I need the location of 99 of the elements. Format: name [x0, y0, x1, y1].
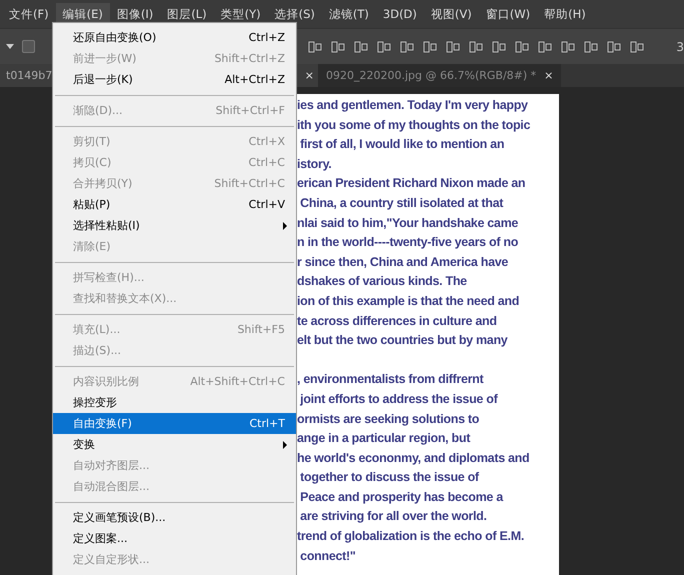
document-text-line: trend of globalization is the echo of E.M.	[297, 528, 525, 546]
align-icon[interactable]	[607, 40, 621, 54]
menu-bar-item[interactable]: 类型(Y)	[214, 3, 268, 25]
align-icon[interactable]	[469, 40, 483, 54]
menu-item-label: 自动混合图层...	[73, 479, 150, 494]
shortcut-text: Shift+F5	[237, 323, 285, 336]
submenu-arrow-icon	[283, 440, 287, 448]
menu-bar-item[interactable]: 3D(D)	[376, 3, 424, 25]
align-icon[interactable]	[400, 40, 414, 54]
align-icon[interactable]	[423, 40, 437, 54]
align-icon[interactable]	[630, 40, 644, 54]
menu-bar-item[interactable]: 窗口(W)	[478, 3, 538, 25]
document-text-line: istory.	[297, 156, 332, 173]
menu-item[interactable]: 自由变换(F) Ctrl+T	[53, 413, 296, 434]
document-text-line: he world's econonmy, and diplomats and	[297, 450, 530, 467]
document-text-line: together to discuss the issue of	[299, 469, 480, 486]
shortcut-text: Ctrl+C	[248, 156, 285, 169]
shortcut-text: Shift+Ctrl+F	[216, 104, 285, 117]
align-icon[interactable]	[492, 40, 506, 54]
align-icon[interactable]	[515, 40, 529, 54]
document-tab[interactable]: 0920_220200.jpg @ 66.7%(RGB/8#) * ×	[318, 64, 562, 87]
document-text-line: r since then, China and America have	[297, 254, 510, 271]
close-icon[interactable]: ×	[304, 69, 314, 82]
menu-item[interactable]: 选择性粘贴(I)	[53, 215, 296, 236]
menu-item-label: 自由变换(F)	[73, 416, 133, 431]
document-text-line: Peace and prosperity has become a	[299, 488, 504, 506]
shortcut-text: Shift+Ctrl+C	[214, 177, 285, 190]
shortcut-text: Ctrl+V	[248, 198, 285, 211]
menu-item-label: 后退一步(K)	[73, 72, 134, 87]
menu-item[interactable]: 变换	[53, 434, 296, 455]
align-icon[interactable]	[377, 40, 391, 54]
menu-bar-item[interactable]: 滤镜(T)	[322, 3, 376, 25]
menu-item-label: 填充(L)...	[73, 322, 122, 337]
menu-item-label: 定义图案...	[73, 531, 128, 546]
menu-bar-item[interactable]: 视图(V)	[424, 3, 479, 25]
toolbar-value: 3	[676, 40, 684, 54]
menu-item-label: 粘贴(P)	[73, 197, 112, 212]
menu-bar-item[interactable]: 图像(I)	[110, 3, 160, 25]
document-text-line: ies and gentlemen. Today I'm very happy	[297, 97, 529, 114]
shortcut-text: Ctrl+T	[249, 417, 285, 430]
menu-bar-item[interactable]: 帮助(H)	[537, 3, 593, 25]
menu-item-label: 选择性粘贴(I)	[73, 218, 141, 233]
align-icon[interactable]	[354, 40, 368, 54]
menu-item-label: 剪切(T)	[73, 134, 112, 149]
menu-item-label: 前进一步(W)	[73, 51, 138, 66]
menu-item-label: 变换	[73, 437, 96, 452]
align-icon[interactable]	[561, 40, 575, 54]
menu-bar-item[interactable]: 选择(S)	[268, 3, 322, 25]
submenu-arrow-icon	[283, 222, 287, 230]
menu-item-label: 合并拷贝(Y)	[73, 176, 134, 191]
document-text-line: n in the world----twenty-five years of no	[297, 234, 520, 252]
caret-icon[interactable]	[6, 44, 14, 49]
document-text-line: ion of this example is that the need and	[297, 292, 520, 310]
document-text-line: dshakes of various kinds. The	[297, 273, 468, 290]
menu-bar-item[interactable]: 图层(L)	[160, 3, 214, 25]
shortcut-text: Alt+Ctrl+Z	[224, 73, 285, 86]
document-text-line: are striving for all over the world.	[299, 508, 488, 526]
menu-item[interactable]: 定义图案...	[53, 528, 296, 549]
menu-item-label: 定义画笔预设(B)...	[73, 510, 167, 525]
align-icon[interactable]	[584, 40, 598, 54]
menu-item-label: 清除(E)	[73, 239, 112, 254]
menu-item-label: 渐隐(D)...	[73, 103, 124, 118]
document-text-line: joint efforts to address the issue of	[299, 390, 499, 408]
align-icon[interactable]	[538, 40, 552, 54]
document-text-line: erican President Richard Nixon made an	[297, 175, 526, 192]
menu-item[interactable]: 操控变形	[53, 392, 296, 413]
shortcut-text: Ctrl+X	[248, 135, 285, 148]
menu-item-label: 操控变形	[73, 395, 118, 410]
document-text-line: te across differences in culture and	[297, 312, 498, 330]
align-icon[interactable]	[331, 40, 345, 54]
menu-item-label: 内容识别比例	[73, 374, 140, 389]
menu-item[interactable]: 后退一步(K) Alt+Ctrl+Z	[53, 69, 296, 90]
menu-item[interactable]: 定义画笔预设(B)...	[53, 507, 296, 528]
menu-item-label: 描边(S)...	[73, 343, 122, 358]
menu-item-label: 还原自由变换(O)	[73, 30, 158, 45]
shortcut-text: Ctrl+Z	[248, 31, 285, 44]
shortcut-text: Alt+Shift+Ctrl+C	[190, 375, 285, 388]
menu-item[interactable]: 粘贴(P) Ctrl+V	[53, 194, 296, 215]
menu-item-label: 拷贝(C)	[73, 155, 112, 170]
document-text-line: first of all, I would like to mention an	[299, 136, 506, 154]
shortcut-text: Shift+Ctrl+Z	[214, 52, 285, 65]
align-icon[interactable]	[308, 40, 322, 54]
menu-bar-item[interactable]: 文件(F)	[2, 3, 56, 25]
document-text-line: China, a country still isolated at that	[299, 194, 504, 212]
document-text-line: nlai said to him,"Your handshake came	[297, 214, 520, 232]
align-icon[interactable]	[446, 40, 460, 54]
document-text-line: ange in a particular region, but	[297, 430, 472, 448]
menu-item-label: 查找和替换文本(X)...	[73, 291, 178, 306]
document-text-line: elt but the two countries but by many	[297, 332, 508, 350]
document-text-line: ith you some of my thoughts on the topic	[297, 116, 532, 134]
menu-item-label: 自动对齐图层...	[73, 458, 150, 473]
close-icon[interactable]: ×	[544, 69, 554, 82]
menu-item-label: 拼写检查(H)...	[73, 270, 146, 285]
document-text-line: , environmentalists from diffrernt	[297, 371, 484, 388]
checkbox[interactable]	[22, 40, 35, 53]
menu-item-label: 定义自定形状...	[73, 552, 150, 567]
document-text-line: connect!"	[299, 548, 356, 565]
menu-item[interactable]: 还原自由变换(O) Ctrl+Z	[53, 27, 296, 48]
document-text-line: ormists are seeking solutions to	[297, 410, 480, 428]
